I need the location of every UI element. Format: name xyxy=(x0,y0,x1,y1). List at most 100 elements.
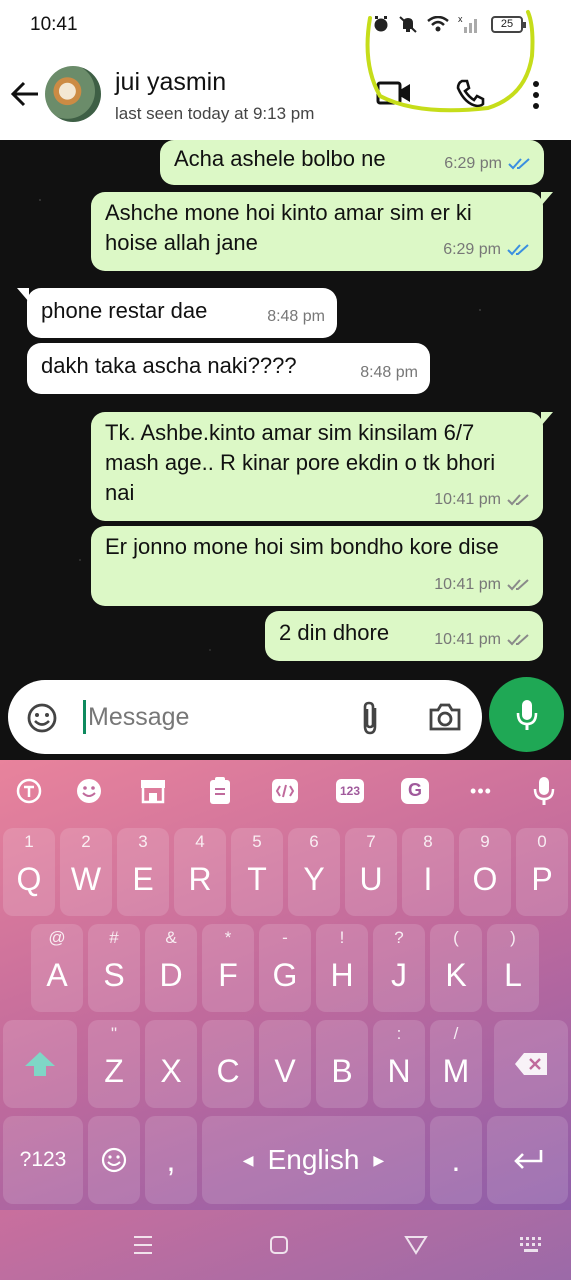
message-meta: 10:41 pm xyxy=(434,570,531,600)
text-cursor xyxy=(83,700,86,734)
grammar-icon[interactable]: G xyxy=(398,774,432,808)
message-meta: 6:29 pm xyxy=(443,235,531,265)
key-p[interactable]: 0P xyxy=(516,828,568,916)
key-n[interactable]: :N xyxy=(373,1020,425,1108)
comma-key[interactable]: , xyxy=(145,1116,197,1204)
key-m[interactable]: / M xyxy=(430,1020,482,1108)
svg-text:x: x xyxy=(458,15,463,24)
space-bar[interactable]: ◀ English ▶ xyxy=(202,1116,425,1204)
key-y[interactable]: 6Y xyxy=(288,828,340,916)
emoji-icon xyxy=(101,1147,127,1173)
key-r[interactable]: 4R xyxy=(174,828,226,916)
more-dots-icon[interactable]: ••• xyxy=(464,774,498,808)
key-l[interactable]: ) L xyxy=(487,924,539,1012)
voice-message-button[interactable] xyxy=(489,677,564,752)
message-time: 6:29 pm xyxy=(444,155,502,172)
store-icon[interactable] xyxy=(136,774,170,808)
enter-key[interactable] xyxy=(487,1116,568,1204)
message-bubble-outgoing[interactable]: Er jonno mone hoi sim bondho kore dise 1… xyxy=(91,526,543,606)
key-o[interactable]: 9O xyxy=(459,828,511,916)
phone-call-icon[interactable] xyxy=(455,78,485,108)
period-key[interactable]: . xyxy=(430,1116,482,1204)
message-time: 10:41 pm xyxy=(434,576,501,593)
emoji-icon[interactable] xyxy=(26,702,58,734)
key-j[interactable]: ? J xyxy=(373,924,425,1012)
more-dots-label: ••• xyxy=(470,780,492,801)
message-input-container[interactable] xyxy=(8,680,482,754)
camera-icon[interactable] xyxy=(428,702,462,732)
system-nav-bar xyxy=(0,1210,571,1280)
message-bubble-incoming[interactable]: dakh taka ascha naki???? 8:48 pm xyxy=(27,343,430,394)
message-meta: 6:29 pm xyxy=(444,149,532,179)
message-bubble-outgoing[interactable]: Tk. Ashbe.kinto amar sim kinsilam 6/7 ma… xyxy=(91,412,553,521)
message-bubble-outgoing[interactable]: Acha ashele bolbo ne 6:29 pm xyxy=(160,140,544,185)
clipboard-icon[interactable] xyxy=(203,774,237,808)
last-seen-status: last seen today at 9:13 pm xyxy=(115,104,315,123)
emoji-icon[interactable] xyxy=(72,774,106,808)
message-text: Er jonno mone hoi sim bondho kore dise xyxy=(105,534,499,559)
message-bubble-outgoing[interactable]: 2 din dhore 10:41 pm xyxy=(265,611,543,661)
shift-arrow-icon xyxy=(25,1052,55,1076)
translate-icon[interactable] xyxy=(12,774,46,808)
delivered-ticks-icon xyxy=(507,634,529,646)
keyboard-hide-icon[interactable] xyxy=(518,1234,544,1256)
back-triangle-icon[interactable] xyxy=(404,1234,428,1256)
voice-mic-icon[interactable] xyxy=(527,774,561,808)
emoji-key[interactable] xyxy=(88,1116,140,1204)
grammar-label: G xyxy=(407,780,422,800)
message-meta: 10:41 pm xyxy=(434,625,531,655)
key-a[interactable]: @ A xyxy=(31,924,83,1012)
key-h[interactable]: ! H xyxy=(316,924,368,1012)
contact-name[interactable]: jui yasmin xyxy=(115,68,226,97)
shift-key[interactable] xyxy=(3,1020,77,1108)
status-time: 10:41 xyxy=(30,14,78,35)
key-v[interactable]: V xyxy=(259,1020,311,1108)
key-f[interactable]: * F xyxy=(202,924,254,1012)
text-edit-icon[interactable] xyxy=(268,774,302,808)
enter-icon xyxy=(513,1150,542,1169)
message-time: 8:48 pm xyxy=(360,364,418,381)
message-meta: 8:48 pm xyxy=(360,358,418,388)
message-time: 10:41 pm xyxy=(434,631,501,648)
numpad-label: 123 xyxy=(339,784,361,798)
video-call-icon[interactable] xyxy=(376,80,412,106)
delivered-ticks-icon xyxy=(507,579,529,591)
keyboard-toolbar: 123 G ••• xyxy=(0,760,571,822)
read-ticks-icon xyxy=(507,244,529,256)
numpad-icon[interactable]: 123 xyxy=(333,774,367,808)
key-k[interactable]: (K xyxy=(430,924,482,1012)
recent-apps-icon[interactable] xyxy=(132,1234,154,1256)
status-icons: x 25 xyxy=(373,14,526,34)
mic-icon xyxy=(516,699,537,730)
backspace-key[interactable] xyxy=(494,1020,568,1108)
message-time: 8:48 pm xyxy=(267,308,325,325)
message-bubble-incoming[interactable]: phone restar dae 8:48 pm xyxy=(17,288,337,338)
key-b[interactable]: B xyxy=(316,1020,368,1108)
key-s[interactable]: # S xyxy=(88,924,140,1012)
avatar[interactable] xyxy=(45,66,101,122)
key-d[interactable]: & D xyxy=(145,924,197,1012)
key-q[interactable]: 1Q xyxy=(3,828,55,916)
back-arrow-icon[interactable] xyxy=(10,80,40,108)
key-u[interactable]: 7U xyxy=(345,828,397,916)
paperclip-icon[interactable] xyxy=(358,700,382,736)
message-bubble-outgoing[interactable]: Ashche mone hoi kinto amar sim er ki hoi… xyxy=(91,192,553,271)
message-input[interactable] xyxy=(88,698,348,736)
key-i[interactable]: 8I xyxy=(402,828,454,916)
key-x[interactable]: X xyxy=(145,1020,197,1108)
key-z[interactable]: " Z xyxy=(88,1020,140,1108)
key-g[interactable]: -G xyxy=(259,924,311,1012)
message-input-bar xyxy=(0,675,571,760)
more-options-icon[interactable] xyxy=(531,80,541,110)
message-meta: 10:41 pm xyxy=(434,485,531,515)
key-w[interactable]: 2W xyxy=(60,828,112,916)
home-icon[interactable] xyxy=(268,1234,290,1256)
message-time: 6:29 pm xyxy=(443,241,501,258)
symbols-key[interactable]: ?123 xyxy=(3,1116,83,1204)
mute-bell-icon xyxy=(399,16,417,33)
key-c[interactable]: C xyxy=(202,1020,254,1108)
key-t[interactable]: 5T xyxy=(231,828,283,916)
chat-header: jui yasmin last seen today at 9:13 pm xyxy=(0,50,571,140)
key-e[interactable]: 3E xyxy=(117,828,169,916)
chat-area[interactable]: Acha ashele bolbo ne 6:29 pm Ashche mone… xyxy=(0,140,571,760)
